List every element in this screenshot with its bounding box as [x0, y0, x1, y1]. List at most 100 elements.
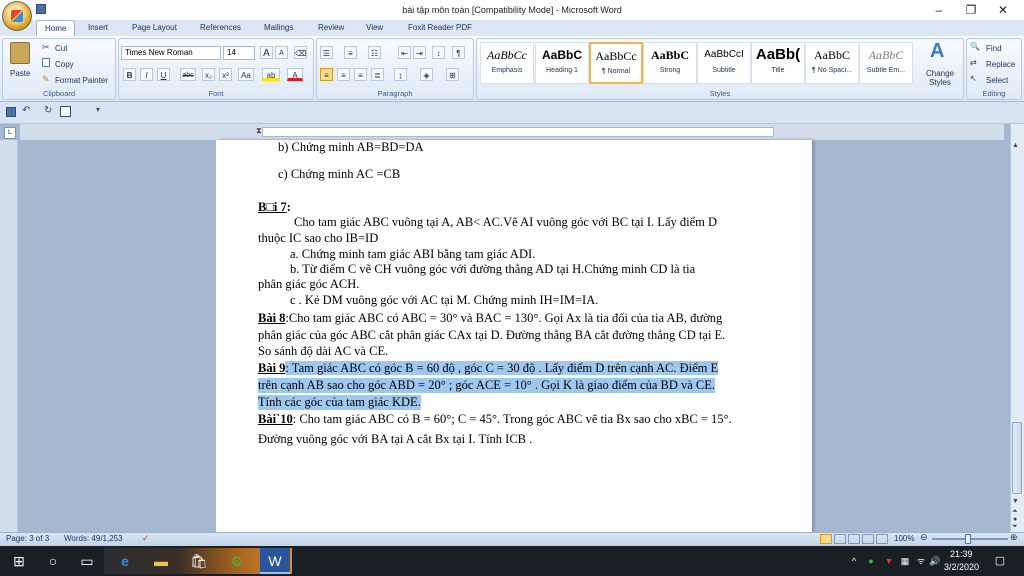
page-count[interactable]: Page: 3 of 3: [6, 534, 49, 543]
bullets-icon[interactable]: ☰: [320, 46, 333, 59]
align-left-icon[interactable]: ≡: [320, 68, 333, 81]
green-app-icon[interactable]: ⚙: [222, 548, 252, 574]
ruler-toggle[interactable]: L: [4, 127, 16, 139]
shrink-font-button[interactable]: A: [275, 46, 288, 59]
tab-review[interactable]: Review: [310, 20, 352, 36]
customize-qat-icon[interactable]: ▾: [96, 105, 100, 114]
proofing-icon[interactable]: ✓: [142, 533, 150, 544]
zoom-slider-thumb[interactable]: [965, 534, 971, 544]
tab-page-layout[interactable]: Page Layout: [124, 20, 185, 36]
zoom-level[interactable]: 100%: [894, 534, 914, 543]
minimize-button[interactable]: –: [922, 0, 956, 20]
view-print-layout-icon[interactable]: [820, 534, 832, 544]
numbering-icon[interactable]: ≡: [344, 46, 357, 59]
shading-icon[interactable]: ◈: [420, 68, 433, 81]
bold-button[interactable]: B: [123, 68, 136, 81]
line-spacing-icon[interactable]: ↨: [394, 68, 407, 81]
view-web-layout-icon[interactable]: [848, 534, 860, 544]
word-count[interactable]: Words: 49/1,253: [64, 534, 123, 543]
replace-button[interactable]: Replace: [985, 59, 1016, 70]
scrollbar-thumb[interactable]: [1012, 422, 1022, 494]
style-title[interactable]: AaBb(Title: [751, 42, 805, 84]
font-color-button[interactable]: A: [287, 68, 303, 81]
clock-date[interactable]: 3/2/2020: [944, 562, 979, 572]
format-painter-button[interactable]: Format Painter: [54, 75, 109, 86]
align-center-icon[interactable]: ≡: [337, 68, 350, 81]
borders-icon[interactable]: ⊞: [446, 68, 459, 81]
save-icon[interactable]: [6, 107, 16, 117]
decrease-indent-icon[interactable]: ⇤: [398, 46, 411, 59]
change-styles-button[interactable]: Change Styles: [920, 68, 960, 88]
superscript-button[interactable]: x²: [219, 68, 232, 81]
increase-indent-icon[interactable]: ⇥: [413, 46, 426, 59]
zoom-in-icon[interactable]: ⊕: [1010, 532, 1018, 543]
qat-save-icon[interactable]: [36, 4, 46, 14]
underline-button[interactable]: U: [157, 68, 170, 81]
select-button[interactable]: Select: [985, 75, 1009, 86]
show-marks-icon[interactable]: ¶: [452, 46, 465, 59]
view-full-screen-icon[interactable]: [834, 534, 846, 544]
restore-button[interactable]: ❐: [954, 0, 988, 20]
office-button[interactable]: [2, 1, 32, 31]
tab-insert[interactable]: Insert: [80, 20, 116, 36]
scroll-down-icon[interactable]: ▼: [1012, 498, 1019, 505]
change-case-button[interactable]: Aa: [238, 68, 254, 81]
style-subtitle[interactable]: AaBbCcI Subtitle: [697, 42, 751, 84]
tab-foxit-reader-pdf[interactable]: Foxit Reader PDF: [400, 20, 480, 36]
sort-icon[interactable]: ↕: [432, 46, 445, 59]
font-name-select[interactable]: Times New Roman: [121, 46, 221, 60]
tab-mailings[interactable]: Mailings: [256, 20, 301, 36]
browse-object-icon[interactable]: ●: [1013, 516, 1017, 523]
style-normal[interactable]: AaBbCc ¶ Normal: [589, 42, 643, 84]
tab-references[interactable]: References: [192, 20, 249, 36]
style-emphasis[interactable]: AaBbCc Emphasis: [480, 42, 534, 84]
find-button[interactable]: Find: [985, 43, 1003, 54]
style-no-spacing[interactable]: AaBbC ¶ No Spaci...: [805, 42, 859, 84]
view-draft-icon[interactable]: [876, 534, 888, 544]
show-hidden-icons[interactable]: ^: [848, 546, 860, 576]
search-icon[interactable]: ○: [38, 548, 68, 574]
style-strong[interactable]: AaBbC Strong: [643, 42, 697, 84]
tray-app-icon-3[interactable]: ▦: [898, 546, 912, 576]
paste-button[interactable]: Paste: [9, 68, 31, 79]
close-button[interactable]: ✕: [986, 0, 1020, 20]
store-icon[interactable]: 🛍: [184, 548, 214, 574]
grow-font-button[interactable]: A: [260, 46, 273, 59]
start-icon[interactable]: ⊞: [4, 548, 34, 574]
tray-app-icon-2[interactable]: ▼: [882, 546, 896, 576]
tab-home[interactable]: Home: [36, 20, 76, 36]
scroll-up-icon[interactable]: ▲: [1012, 142, 1019, 149]
tab-view[interactable]: View: [358, 20, 391, 36]
align-right-icon[interactable]: ≡: [354, 68, 367, 81]
word-taskbar-icon[interactable]: W: [260, 548, 290, 574]
zoom-out-icon[interactable]: ⊖: [920, 532, 928, 543]
notifications-icon[interactable]: ▢: [990, 546, 1010, 576]
multilevel-list-icon[interactable]: ☷: [368, 46, 381, 59]
italic-button[interactable]: I: [140, 68, 153, 81]
cut-button[interactable]: Cut: [54, 43, 68, 54]
subscript-button[interactable]: x₂: [202, 68, 215, 81]
file-explorer-icon[interactable]: ▬: [146, 548, 176, 574]
task-view-icon[interactable]: ▭: [72, 548, 102, 574]
volume-icon[interactable]: 🔊: [928, 546, 942, 576]
font-size-select[interactable]: 14: [223, 46, 255, 60]
copy-button[interactable]: Copy: [54, 59, 75, 70]
tray-app-icon-1[interactable]: ●: [864, 546, 878, 576]
prev-page-icon[interactable]: ⏶: [1012, 508, 1018, 516]
strikethrough-button[interactable]: abc: [180, 68, 196, 81]
clear-formatting-icon[interactable]: ⌫: [294, 46, 307, 59]
justify-icon[interactable]: ≣: [371, 68, 384, 81]
style-heading-1[interactable]: AaBbC Heading 1: [535, 42, 589, 84]
document-page[interactable]: b) Chứng minh AB=BD=DA c) Chứng minh AC …: [216, 140, 812, 532]
print-preview-icon[interactable]: [60, 106, 71, 117]
highlight-button[interactable]: ab: [262, 68, 280, 81]
edge-icon[interactable]: e: [110, 548, 140, 574]
undo-icon[interactable]: ↶: [22, 105, 30, 116]
style-subtle-emphasis[interactable]: AaBbC Subtle Em...: [859, 42, 913, 84]
clock-time[interactable]: 21:39: [950, 549, 973, 559]
next-page-icon[interactable]: ⏷: [1012, 523, 1018, 531]
view-outline-icon[interactable]: [862, 534, 874, 544]
indent-marker-icon[interactable]: ⧗: [256, 126, 262, 136]
wifi-icon[interactable]: ᯤ: [914, 546, 928, 576]
redo-icon[interactable]: ↻: [44, 105, 52, 116]
